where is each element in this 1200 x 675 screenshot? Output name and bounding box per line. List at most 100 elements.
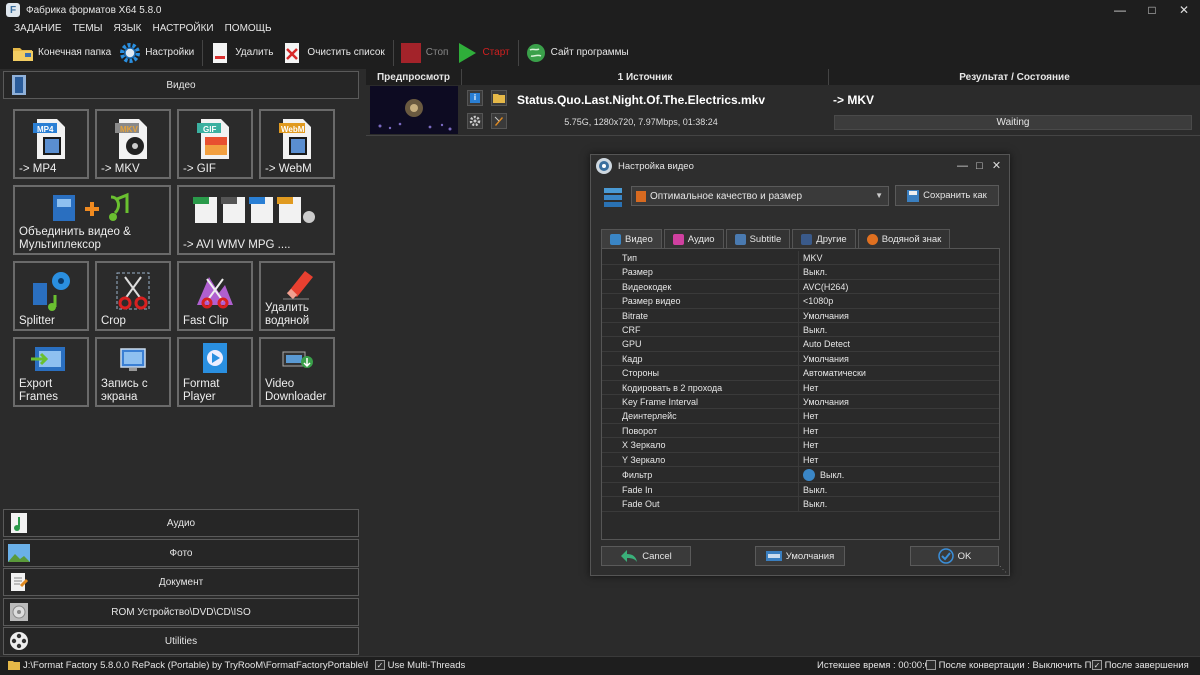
menu-themes[interactable]: ТЕМЫ xyxy=(73,23,103,34)
checkmark-icon xyxy=(937,548,954,564)
audio-icon xyxy=(672,233,684,245)
tile-gif[interactable]: GIF -> GIF xyxy=(177,109,253,179)
property-row[interactable]: Кадр Умолчания xyxy=(602,351,999,367)
output-folder-button[interactable]: Конечная папка xyxy=(12,39,111,67)
checkbox-checked[interactable]: ✓ xyxy=(375,660,385,671)
film-reel-icon xyxy=(8,630,30,652)
multithreads-checkbox[interactable]: ✓ Use Multi-Threads xyxy=(375,660,465,671)
settings-button[interactable]: Настройки xyxy=(119,39,194,67)
property-row[interactable]: Размер видео <1080p xyxy=(602,294,999,309)
close-icon[interactable]: ✕ xyxy=(1168,0,1200,20)
maximize-icon[interactable]: □ xyxy=(971,158,988,174)
tile-webm[interactable]: WebM -> WebM xyxy=(259,109,335,179)
output-format: -> MKV xyxy=(833,93,875,107)
ok-button[interactable]: OK xyxy=(910,546,999,566)
output-path[interactable]: J:\Format Factory 5.8.0.0 RePack (Portab… xyxy=(23,660,368,671)
stop-button[interactable]: Стоп xyxy=(400,39,448,67)
property-row[interactable]: Кодировать в 2 прохода Нет xyxy=(602,380,999,395)
tab-watermark[interactable]: Водяной знак xyxy=(857,229,951,248)
property-row[interactable]: Фильтр Выкл. xyxy=(602,467,999,483)
maximize-icon[interactable]: □ xyxy=(1136,0,1168,20)
source-filename: Status.Quo.Last.Night.Of.The.Electrics.m… xyxy=(516,93,766,107)
cancel-button[interactable]: Cancel xyxy=(601,546,691,566)
disc-drive-icon xyxy=(8,601,30,623)
delete-button[interactable]: Удалить xyxy=(209,39,273,67)
back-arrow-icon xyxy=(620,549,638,563)
property-row[interactable]: Деинтерлейс Нет xyxy=(602,409,999,424)
tile-format-player[interactable]: Format Player xyxy=(177,337,253,407)
category-audio[interactable]: Аудио xyxy=(3,509,359,537)
minimize-icon[interactable]: — xyxy=(954,158,971,174)
property-grid: Тип MKV Размер Выкл. Видеокодек AVC(H264) Р… xyxy=(601,248,1000,540)
tab-subtitle[interactable]: Subtitle xyxy=(725,229,791,248)
defaults-button[interactable]: Умолчания xyxy=(755,546,845,566)
video-thumbnail xyxy=(370,86,458,134)
save-icon xyxy=(907,189,920,202)
property-row[interactable]: Key Frame Interval Умолчания xyxy=(602,395,999,410)
title-bar: F Фабрика форматов X64 5.8.0 — □ ✕ xyxy=(0,0,1200,20)
tile-fast-clip[interactable]: Fast Clip xyxy=(177,261,253,331)
after-finish-checkbox[interactable]: ✓ После завершения xyxy=(1092,660,1189,671)
preset-icon xyxy=(636,191,646,202)
category-video[interactable]: Видео xyxy=(3,71,359,99)
minimize-icon[interactable]: — xyxy=(1104,0,1136,20)
window-controls: — □ ✕ xyxy=(1104,0,1200,20)
save-as-button[interactable]: Сохранить как xyxy=(895,185,999,206)
clear-list-button[interactable]: Очистить список xyxy=(281,39,385,67)
category-utilities[interactable]: Utilities xyxy=(3,627,359,655)
other-settings-icon xyxy=(801,233,813,245)
category-document[interactable]: Документ xyxy=(3,568,359,596)
webm-file-icon: WebM xyxy=(261,117,333,161)
tile-remove-watermark[interactable]: Удалить водяной xyxy=(259,261,335,331)
export-frames-icon xyxy=(15,341,87,377)
property-row[interactable]: Стороны Автоматически xyxy=(602,366,999,381)
source-info: 5.75G, 1280x720, 7.97Mbps, 01:38:24 xyxy=(564,117,718,127)
tile-multi-format[interactable]: -> AVI WMV MPG .... xyxy=(177,185,335,255)
menu-language[interactable]: ЯЗЫК xyxy=(114,23,142,34)
tile-splitter[interactable]: Splitter xyxy=(13,261,89,331)
tile-screen-record[interactable]: Запись с экрана xyxy=(95,337,171,407)
property-row[interactable]: CRF Выкл. xyxy=(602,323,999,338)
column-preview[interactable]: Предпросмотр xyxy=(366,69,462,85)
start-button[interactable]: Старт xyxy=(456,39,510,67)
property-row[interactable]: Тип MKV xyxy=(602,251,999,266)
property-row[interactable]: X Зеркало Нет xyxy=(602,438,999,453)
resize-grip-icon[interactable]: ⋱ xyxy=(999,565,1007,574)
tile-mp4[interactable]: MP4 -> MP4 xyxy=(13,109,89,179)
menu-help[interactable]: ПОМОЩЬ xyxy=(225,23,272,34)
property-row[interactable]: Bitrate Умолчания xyxy=(602,308,999,323)
checkbox-checked[interactable]: ✓ xyxy=(1092,660,1102,671)
tile-crop[interactable]: Crop xyxy=(95,261,171,331)
gear-icon xyxy=(119,42,141,64)
tile-join-video[interactable]: Объединить видео & Мультиплексор xyxy=(13,185,171,255)
app-logo-icon: F xyxy=(6,3,20,17)
property-row[interactable]: Размер Выкл. xyxy=(602,265,999,280)
video-icon xyxy=(610,233,621,245)
after-convert-checkbox[interactable]: После конвертации : Выключить ПК xyxy=(926,660,1097,671)
folder-icon xyxy=(12,42,34,64)
menu-settings[interactable]: НАСТРОЙКИ xyxy=(153,23,214,34)
row-divider xyxy=(366,135,1200,136)
category-photo[interactable]: Фото xyxy=(3,539,359,567)
property-row[interactable]: Y Зеркало Нет xyxy=(602,452,999,467)
tile-export-frames[interactable]: Export Frames xyxy=(13,337,89,407)
preset-select[interactable]: Оптимальное качество и размер ▼ xyxy=(631,186,889,206)
property-row[interactable]: Fade Out Выкл. xyxy=(602,497,999,512)
property-row[interactable]: GPU Auto Detect xyxy=(602,337,999,352)
left-panel: Видео MP4 -> MP4 MKV -> MKV GIF -> GIF W… xyxy=(0,69,362,656)
tile-mkv[interactable]: MKV -> MKV xyxy=(95,109,171,179)
close-icon[interactable]: ✕ xyxy=(988,158,1005,174)
tab-audio[interactable]: Аудио xyxy=(663,229,724,248)
tab-video[interactable]: Видео xyxy=(601,229,662,248)
column-result[interactable]: Результат / Состояние xyxy=(829,69,1200,85)
property-row[interactable]: Fade In Выкл. xyxy=(602,483,999,498)
property-row[interactable]: Поворот Нет xyxy=(602,423,999,439)
checkbox-unchecked[interactable] xyxy=(926,660,936,671)
menu-task[interactable]: ЗАДАНИЕ xyxy=(14,23,62,34)
category-rom-device[interactable]: ROM Устройство\DVD\CD\ISO xyxy=(3,598,359,626)
tile-video-downloader[interactable]: Video Downloader xyxy=(259,337,335,407)
website-button[interactable]: Сайт программы xyxy=(525,39,629,67)
tab-other[interactable]: Другие xyxy=(792,229,856,248)
property-row[interactable]: Видеокодек AVC(H264) xyxy=(602,279,999,295)
column-source[interactable]: 1 Источник xyxy=(462,69,829,85)
